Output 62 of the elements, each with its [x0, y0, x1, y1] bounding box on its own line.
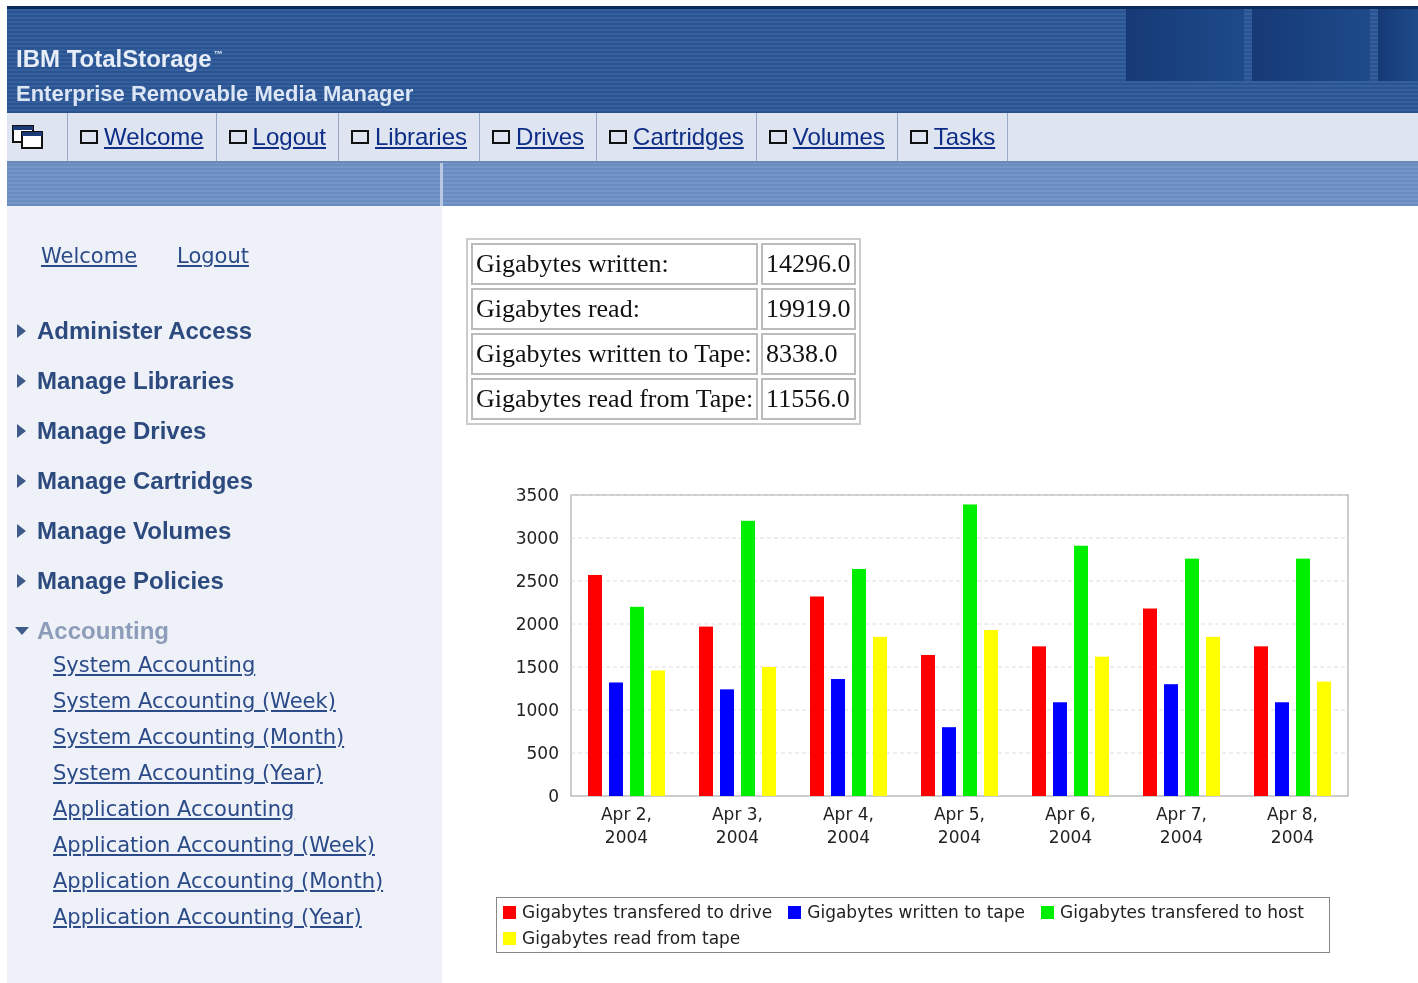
sidebar-link[interactable]: Logout	[177, 244, 249, 268]
table-cell: Gigabytes written to Tape:	[471, 333, 759, 375]
trademark-mark: ™	[213, 49, 223, 59]
table-cell: 8338.0	[761, 333, 856, 375]
nav-link[interactable]: Logout	[228, 123, 326, 151]
sidebar-link[interactable]: Welcome	[41, 244, 138, 268]
square-icon	[609, 130, 628, 144]
legend-label: Gigabytes transfered to host	[1060, 902, 1304, 922]
x-tick-label: Apr 5, 2004	[934, 804, 985, 847]
table-cell: Gigabytes written:	[471, 243, 759, 285]
y-tick-label: 1500	[515, 657, 559, 677]
legend-label: Gigabytes written to tape	[807, 902, 1025, 922]
y-tick-label: 500	[526, 743, 559, 763]
nav-link[interactable]: Welcome	[80, 123, 204, 151]
y-tick-label: 3500	[515, 485, 559, 505]
legend-label: Gigabytes read from tape	[522, 928, 741, 948]
sidebar-section[interactable]: Administer Access	[15, 306, 442, 356]
nav-link[interactable]: Volumes	[768, 123, 885, 151]
sidebar-section[interactable]: Manage Policies	[15, 556, 442, 606]
square-icon	[492, 130, 511, 144]
nav-link[interactable]: Tasks	[909, 123, 996, 151]
legend-label: Gigabytes transfered to drive	[522, 902, 773, 922]
sidebar-link[interactable]: System Accounting (Week)	[53, 686, 442, 716]
table-cell: 19919.0	[761, 288, 856, 330]
x-tick-label: Apr 4, 2004	[823, 804, 874, 847]
y-tick-label: 2500	[515, 571, 559, 591]
banner-panel	[1378, 9, 1418, 81]
sidebar-link[interactable]: System Accounting (Year)	[53, 758, 442, 788]
x-tick-label: Apr 6, 2004	[1045, 804, 1096, 847]
y-tick-label: 2000	[515, 614, 559, 634]
sidebar-link[interactable]: Application Accounting (Year)	[53, 902, 442, 932]
x-tick-label: Apr 7, 2004	[1156, 804, 1207, 847]
x-tick-label: Apr 8, 2004	[1267, 804, 1318, 847]
y-tick-label: 3000	[515, 528, 559, 548]
sidebar-link[interactable]: Application Accounting	[53, 794, 442, 824]
sidebar-link[interactable]: System Accounting (Month)	[53, 722, 442, 752]
sidebar-section[interactable]: Manage Cartridges	[15, 456, 442, 506]
square-icon	[909, 130, 928, 144]
square-icon	[80, 130, 98, 144]
table-cell: 14296.0	[761, 243, 856, 285]
sidebar-section[interactable]: Manage Volumes	[15, 506, 442, 556]
y-tick-label: 0	[548, 786, 559, 806]
product-subtitle: Enterprise Removable Media Manager	[16, 81, 414, 107]
x-tick-label: Apr 2, 2004	[601, 804, 652, 847]
sidebar-link[interactable]: Application Accounting (Month)	[53, 866, 442, 896]
x-tick-label: Apr 3, 2004	[712, 804, 763, 847]
product-title: IBM TotalStorage	[16, 45, 212, 73]
nav-link[interactable]: Libraries	[351, 123, 468, 151]
square-icon	[768, 130, 787, 144]
y-tick-label: 1000	[515, 700, 559, 720]
table-cell: Gigabytes read from Tape:	[471, 378, 759, 420]
bar	[942, 727, 956, 796]
table-cell: 11556.0	[761, 378, 856, 420]
nav-link[interactable]: Drives	[492, 123, 585, 151]
square-icon	[228, 130, 247, 144]
square-icon	[351, 130, 369, 144]
sidebar-link[interactable]: Application Accounting (Week)	[53, 830, 442, 860]
sidebar-section[interactable]: Manage Libraries	[15, 356, 442, 406]
table-cell: Gigabytes read:	[471, 288, 759, 330]
windows-icon[interactable]	[11, 124, 45, 150]
sidebar-section[interactable]: Manage Drives	[15, 406, 442, 456]
nav-link[interactable]: Cartridges	[609, 123, 744, 151]
